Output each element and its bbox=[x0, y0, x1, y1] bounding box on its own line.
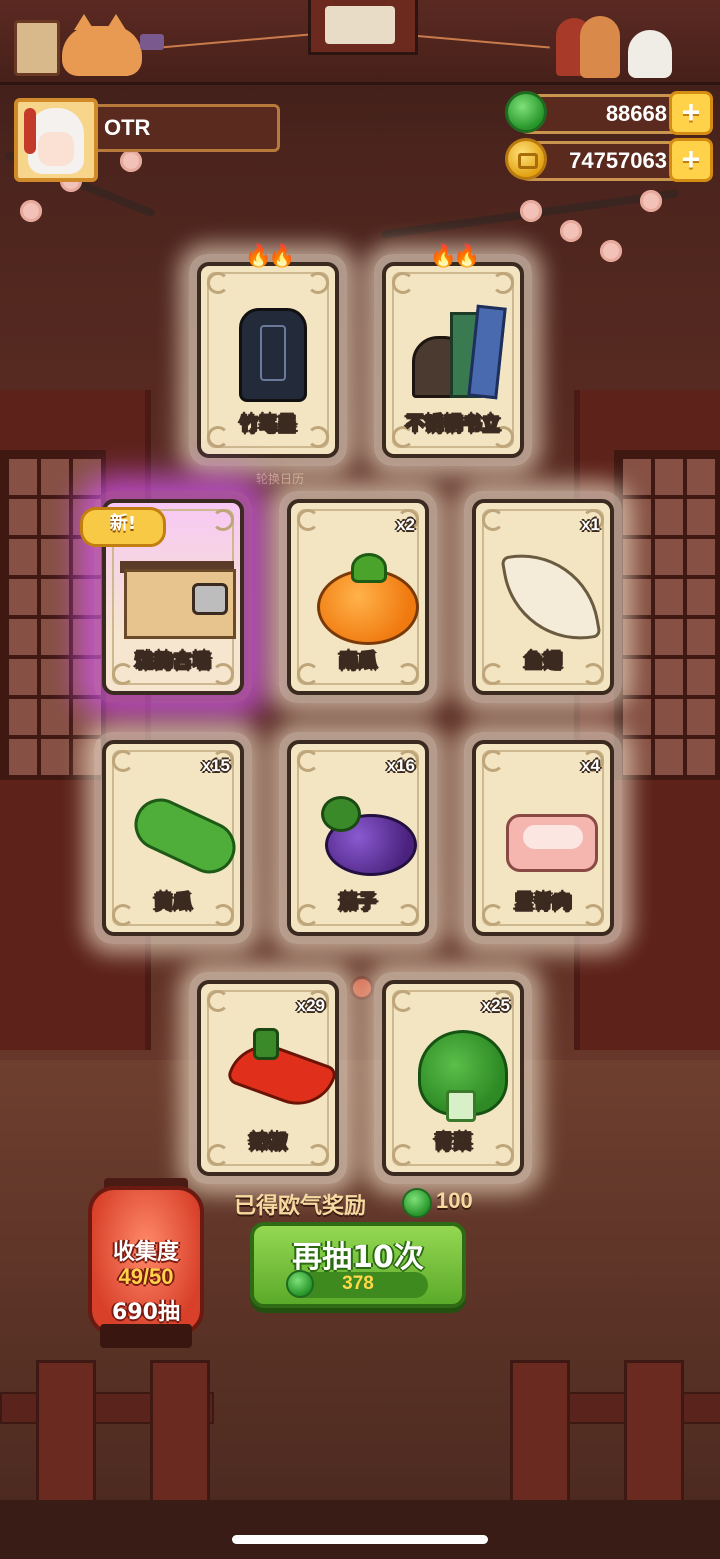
luck-reward-value: 100 bbox=[436, 1188, 473, 1213]
result-card-pumpkin[interactable]: x2 南瓜 bbox=[279, 491, 437, 703]
result-card-cucumber[interactable]: x15 黄瓜 bbox=[94, 732, 252, 944]
coin-currency-bar: 74757063 + bbox=[505, 138, 713, 182]
result-card-shark-fin[interactable]: x1 鱼翅 bbox=[464, 491, 622, 703]
chili-pepper-icon bbox=[225, 1020, 339, 1120]
result-card-eggplant[interactable]: x16 茄子 bbox=[279, 732, 437, 944]
portrait-frame-decor bbox=[308, 0, 418, 55]
home-indicator[interactable] bbox=[232, 1535, 488, 1544]
jade-icon bbox=[505, 91, 547, 133]
card-name: 辣椒 bbox=[248, 1131, 287, 1154]
hanging-frame-decor bbox=[14, 20, 60, 76]
collection-lantern-button[interactable]: 收集度 49/50 690抽 bbox=[88, 1186, 204, 1336]
blossom-decor bbox=[20, 200, 42, 222]
card-name: 不锈钢书立 bbox=[405, 413, 501, 436]
left-lattice-door bbox=[0, 390, 151, 1050]
card-quantity: x2 bbox=[396, 515, 415, 534]
jade-icon bbox=[402, 1188, 432, 1218]
card-quantity: x29 bbox=[296, 996, 325, 1015]
new-badge: 新! bbox=[80, 507, 166, 547]
result-card-chili-pepper[interactable]: x29 辣椒 bbox=[189, 972, 347, 1184]
cucumber-icon bbox=[125, 780, 245, 882]
blossom-decor bbox=[600, 240, 622, 262]
card-quantity: x1 bbox=[581, 515, 600, 534]
collection-label: 收集度 bbox=[112, 1240, 179, 1265]
collection-progress: 49/50 bbox=[118, 1264, 174, 1289]
card-name: 青菜 bbox=[433, 1131, 472, 1154]
card-quantity: x15 bbox=[201, 756, 230, 775]
character-decor bbox=[580, 16, 620, 78]
card-name: 鱼翅 bbox=[523, 650, 562, 673]
jade-currency-bar: 88668 + bbox=[505, 91, 713, 135]
collection-draw-count: 690抽 bbox=[112, 1300, 180, 1325]
railing-post-decor bbox=[510, 1360, 570, 1506]
player-avatar[interactable] bbox=[14, 98, 98, 182]
center-pin-decor bbox=[350, 976, 374, 1000]
can-decor bbox=[140, 34, 164, 50]
blossom-decor bbox=[560, 220, 582, 242]
draw-cost-bar: 378 bbox=[286, 1270, 428, 1298]
lantern-base-decor bbox=[100, 1324, 192, 1348]
result-card-ancient-wall[interactable]: 雅韵古墙 新! bbox=[80, 491, 252, 703]
fire-icon: 🔥🔥 bbox=[429, 244, 481, 269]
card-name: 竹笔墨 bbox=[239, 413, 297, 436]
draw-cost: 378 bbox=[342, 1273, 374, 1294]
white-cat-decor bbox=[628, 30, 672, 78]
card-quantity: x4 bbox=[581, 756, 600, 775]
result-card-tenderloin[interactable]: x4 里脊肉 bbox=[464, 732, 622, 944]
coin-amount: 74757063 bbox=[569, 148, 667, 173]
cat-decor bbox=[62, 14, 142, 76]
result-card-bok-choy[interactable]: x25 青菜 bbox=[374, 972, 532, 1184]
ancient-wall-icon bbox=[120, 539, 236, 639]
blossom-decor bbox=[520, 200, 542, 222]
railing-post-decor bbox=[624, 1360, 684, 1506]
bok-choy-icon bbox=[412, 1020, 508, 1122]
jade-amount: 88668 bbox=[605, 101, 667, 126]
card-name: 里脊肉 bbox=[514, 891, 572, 914]
result-card-ink[interactable]: 竹笔墨 🔥🔥 bbox=[189, 244, 347, 466]
card-name: 雅韵古墙 bbox=[134, 650, 211, 673]
top-shelf-decor bbox=[0, 0, 720, 85]
player-name: OTR bbox=[98, 104, 280, 152]
bottom-bar bbox=[0, 1500, 720, 1559]
shark-fin-icon bbox=[500, 539, 602, 652]
coin-icon bbox=[505, 138, 547, 180]
add-jade-button[interactable]: + bbox=[669, 91, 713, 135]
card-quantity: x25 bbox=[481, 996, 510, 1015]
rope-decor bbox=[400, 33, 550, 49]
card-name: 黄瓜 bbox=[153, 891, 192, 914]
card-name: 茄子 bbox=[338, 891, 377, 914]
gacha-result-screen: OTR 88668 + 74757063 + 轮换日历 竹笔墨 🔥🔥 不锈钢书立… bbox=[0, 0, 720, 1559]
blossom-decor bbox=[120, 150, 142, 172]
bookend-icon bbox=[412, 302, 507, 402]
railing-post-decor bbox=[36, 1360, 96, 1506]
result-card-bookend[interactable]: 不锈钢书立 🔥🔥 bbox=[374, 244, 532, 466]
card-name: 南瓜 bbox=[338, 650, 377, 673]
right-lattice-door bbox=[574, 390, 720, 1050]
tenderloin-icon bbox=[502, 780, 598, 880]
luck-reward-label: 已得欧气奖励 bbox=[234, 1194, 367, 1219]
rope-decor bbox=[160, 33, 310, 49]
card-quantity: x16 bbox=[386, 756, 415, 775]
fire-icon: 🔥🔥 bbox=[244, 244, 296, 269]
eggplant-icon bbox=[317, 780, 417, 880]
draw-again-button[interactable]: 再抽10次 378 bbox=[250, 1222, 466, 1308]
ink-icon bbox=[227, 302, 317, 402]
railing-post-decor bbox=[150, 1360, 210, 1506]
rotation-calendar-label: 轮换日历 bbox=[255, 472, 304, 486]
blossom-decor bbox=[640, 190, 662, 212]
pumpkin-icon bbox=[317, 539, 419, 645]
add-coins-button[interactable]: + bbox=[669, 138, 713, 182]
draw-again-label: 再抽10次 bbox=[292, 1240, 424, 1275]
